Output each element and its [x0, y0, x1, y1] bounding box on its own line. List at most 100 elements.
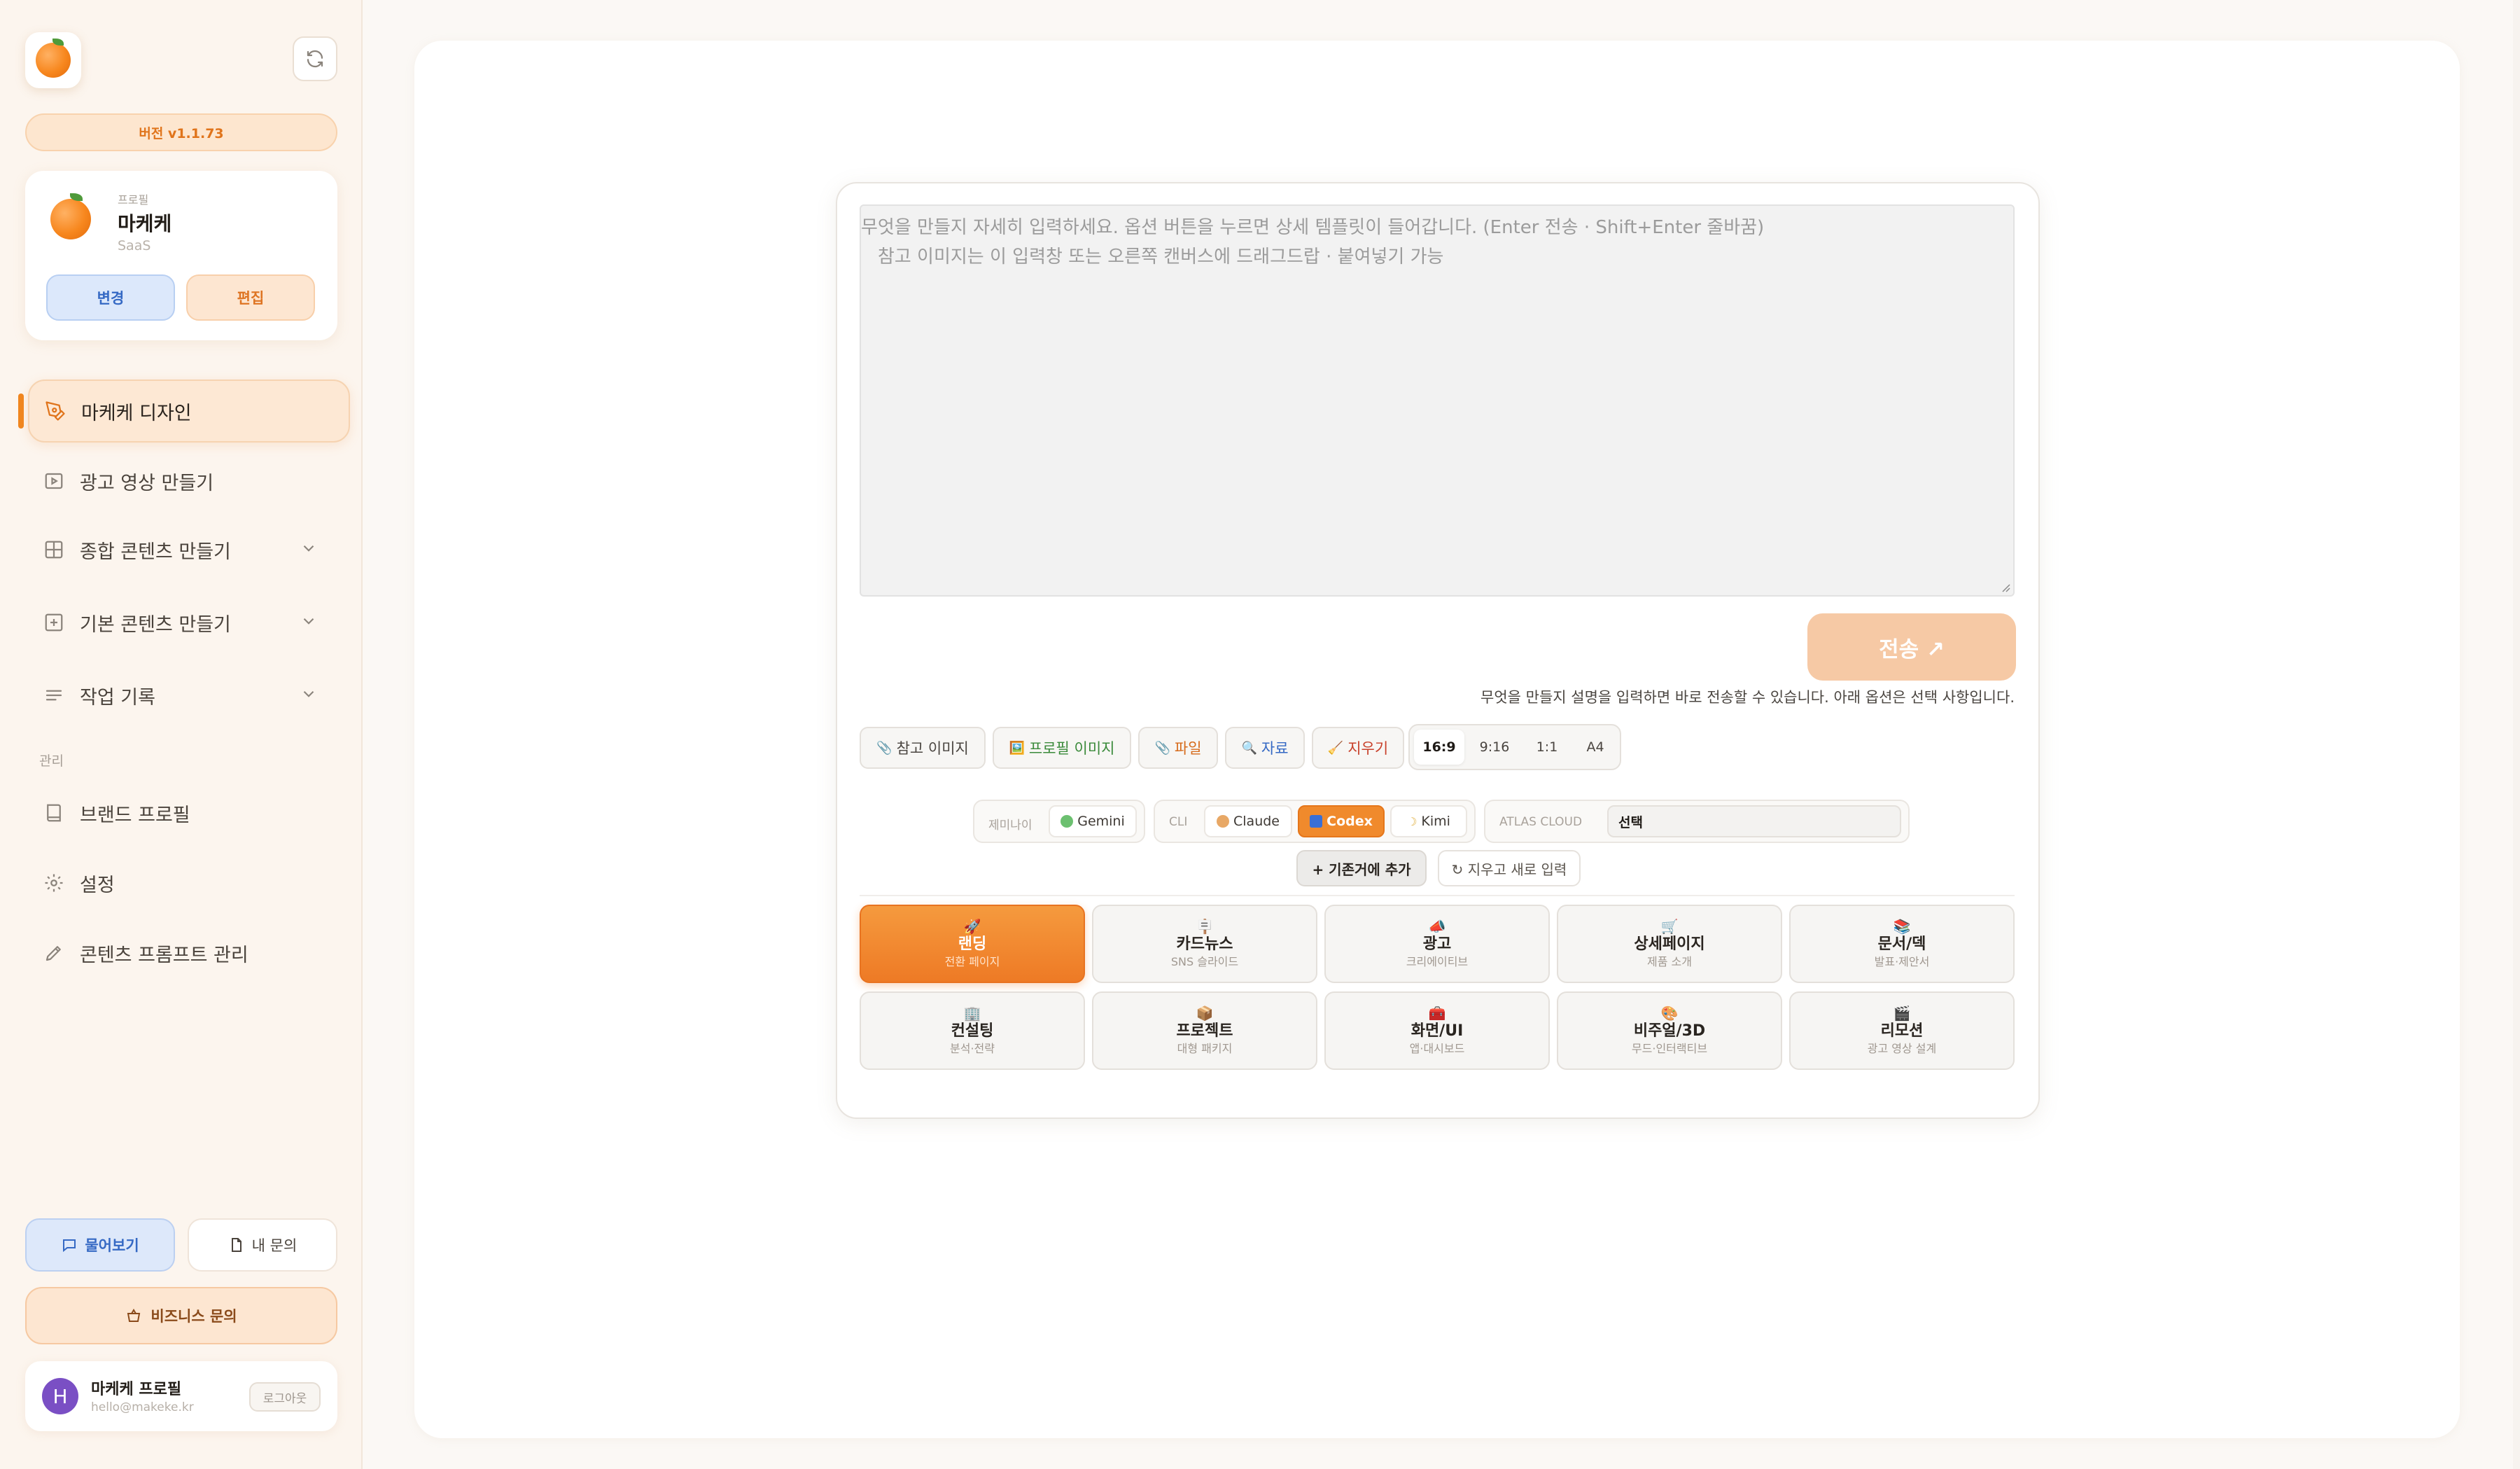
grid-icon — [42, 538, 66, 562]
append-to-existing-button[interactable]: + 기존거에 추가 — [1296, 850, 1427, 886]
claude-dot-icon — [1217, 815, 1229, 828]
template-screen-ui[interactable]: 🧰 화면/UI 앱·대시보드 — [1324, 991, 1550, 1070]
profile-card: 프로필 마케케 SaaS 변경 편집 — [25, 171, 337, 340]
material-button[interactable]: 🔍 자료 — [1225, 727, 1305, 769]
template-consulting[interactable]: 🏢 컨설팅 분석·전략 — [860, 991, 1085, 1070]
ratio-1-1[interactable]: 1:1 — [1525, 730, 1569, 765]
ask-label: 물어보기 — [85, 1237, 139, 1254]
ref-image-label: 참고 이미지 — [896, 740, 969, 757]
gemini-group: 제미나이 Gemini — [973, 800, 1145, 843]
erase-button[interactable]: 🧹 지우기 — [1312, 727, 1404, 769]
model-codex-label: Codex — [1326, 814, 1373, 829]
business-inquiry-label: 비즈니스 문의 — [150, 1308, 237, 1325]
template-title: 화면/UI — [1410, 1022, 1464, 1040]
megaphone-icon: 📣 — [1428, 918, 1446, 935]
prompt-textarea[interactable]: 무엇을 만들지 자세히 입력하세요. 옵션 버튼을 누르면 상세 템플릿이 들어… — [860, 204, 2015, 597]
building-icon: 🏢 — [963, 1005, 981, 1022]
my-inquiry-button[interactable]: 내 문의 — [188, 1218, 337, 1272]
template-sub: 광고 영상 설계 — [1867, 1042, 1937, 1055]
template-title: 컨설팅 — [951, 1022, 994, 1040]
template-visual-3d[interactable]: 🎨 비주얼/3D 무드·인터랙티브 — [1557, 991, 1782, 1070]
template-title: 비주얼/3D — [1633, 1022, 1706, 1040]
template-title: 광고 — [1422, 935, 1452, 953]
paperclip-icon: 📎 — [1154, 740, 1170, 756]
profile-image-button[interactable]: 🖼️ 프로필 이미지 — [993, 727, 1131, 769]
refresh-button[interactable] — [293, 36, 337, 81]
nav-label: 작업 기록 — [80, 686, 155, 709]
material-label: 자료 — [1261, 740, 1289, 757]
template-doc-deck[interactable]: 📚 문서/덱 발표·제안서 — [1789, 905, 2015, 983]
palette-icon: 🎨 — [1660, 1005, 1679, 1022]
basket-icon — [127, 1309, 141, 1322]
file-button[interactable]: 📎 파일 — [1138, 727, 1218, 769]
profile-edit-button[interactable]: 편집 — [186, 274, 315, 321]
atlas-cloud-select[interactable]: 선택 — [1607, 805, 1901, 837]
gear-icon — [42, 871, 66, 895]
template-detail-page[interactable]: 🛒 상세페이지 제품 소개 — [1557, 905, 1782, 983]
model-codex-button[interactable]: Codex — [1298, 805, 1385, 837]
nav-item-brand-profile[interactable]: 브랜드 프로필 — [28, 781, 350, 844]
app-logo[interactable] — [25, 32, 81, 88]
ask-button[interactable]: 물어보기 — [25, 1218, 175, 1272]
model-claude-button[interactable]: Claude — [1204, 805, 1292, 837]
erase-label: 지우기 — [1348, 740, 1389, 757]
cart-icon: 🛒 — [1660, 918, 1679, 935]
clear-and-new-button[interactable]: ↻ 지우고 새로 입력 — [1438, 850, 1581, 886]
ratio-9-16[interactable]: 9:16 — [1469, 730, 1520, 765]
template-sub: 앱·대시보드 — [1409, 1042, 1465, 1055]
template-sub: 대형 패키지 — [1177, 1042, 1233, 1055]
refresh-icon — [307, 50, 323, 68]
nav-item-integrated-content[interactable]: 종합 콘텐츠 만들기 — [28, 518, 350, 581]
nav-item-basic-content[interactable]: 기본 콘텐츠 만들기 — [28, 591, 350, 654]
broom-icon: 🧹 — [1327, 740, 1344, 756]
active-indicator — [18, 394, 24, 429]
template-sub: 발표·제안서 — [1874, 955, 1930, 968]
profile-change-button[interactable]: 변경 — [46, 274, 175, 321]
profile-name: 마케케 — [118, 212, 172, 235]
image-icon: 🖼️ — [1009, 740, 1025, 756]
template-landing[interactable]: 🚀 랜딩 전환 페이지 — [860, 905, 1085, 983]
nav-item-makeke-design[interactable]: 마케케 디자인 — [28, 380, 350, 443]
sidebar: 버전 v1.1.73 프로필 마케케 SaaS 변경 편집 마케케 디자인 광고… — [0, 0, 363, 1469]
divider — [860, 895, 2015, 896]
template-project[interactable]: 📦 프로젝트 대형 패키지 — [1092, 991, 1317, 1070]
cli-group: CLI Claude Codex ☽ Kimi — [1154, 800, 1476, 843]
list-icon — [42, 683, 66, 707]
send-button[interactable]: 전송 ↗ — [1807, 613, 2016, 681]
nav-label: 광고 영상 만들기 — [80, 472, 214, 494]
nav-item-work-history[interactable]: 작업 기록 — [28, 664, 350, 727]
template-sub: 무드·인터랙티브 — [1631, 1042, 1708, 1055]
profile-label: 프로필 — [118, 193, 149, 207]
profile-avatar — [50, 193, 91, 239]
template-ad[interactable]: 📣 광고 크리에이티브 — [1324, 905, 1550, 983]
books-icon: 📚 — [1893, 918, 1911, 935]
template-title: 프로젝트 — [1176, 1022, 1233, 1040]
cli-group-label: CLI — [1169, 815, 1188, 829]
paperclip-icon: 📎 — [876, 740, 892, 756]
model-kimi-button[interactable]: ☽ Kimi — [1390, 805, 1467, 837]
green-dot-icon — [1060, 815, 1074, 828]
section-label-admin: 관리 — [39, 753, 64, 769]
template-title: 랜딩 — [958, 935, 987, 953]
placeholder-line-1: 무엇을 만들지 자세히 입력하세요. 옵션 버튼을 누르면 상세 템플릿이 들어… — [861, 217, 1765, 238]
model-claude-label: Claude — [1233, 814, 1280, 829]
business-inquiry-button[interactable]: 비즈니스 문의 — [25, 1287, 337, 1344]
logout-button[interactable]: 로그아웃 — [249, 1382, 321, 1412]
ratio-16-9[interactable]: 16:9 — [1414, 730, 1464, 765]
nav-item-settings[interactable]: 설정 — [28, 851, 350, 914]
resize-handle-icon[interactable] — [1999, 581, 2010, 592]
template-card-news[interactable]: 🪧 카드뉴스 SNS 슬라이드 — [1092, 905, 1317, 983]
ref-image-button[interactable]: 📎 참고 이미지 — [860, 727, 986, 769]
model-gemini-button[interactable]: Gemini — [1049, 805, 1137, 837]
nav-label: 마케케 디자인 — [81, 402, 192, 424]
user-card: H 마케케 프로필 hello@makeke.kr 로그아웃 — [25, 1361, 337, 1431]
nav-item-prompt-manage[interactable]: 콘텐츠 프롬프트 관리 — [28, 921, 350, 984]
clapper-icon: 🎬 — [1893, 1005, 1911, 1022]
nav-item-ad-video[interactable]: 광고 영상 만들기 — [28, 450, 350, 513]
template-remotion[interactable]: 🎬 리모션 광고 영상 설계 — [1789, 991, 2015, 1070]
page-scrollbar[interactable] — [2513, 0, 2520, 1469]
document-icon — [231, 1238, 241, 1252]
user-email: hello@makeke.kr — [91, 1400, 194, 1414]
template-sub: 제품 소개 — [1647, 955, 1692, 968]
ratio-a4[interactable]: A4 — [1574, 730, 1617, 765]
